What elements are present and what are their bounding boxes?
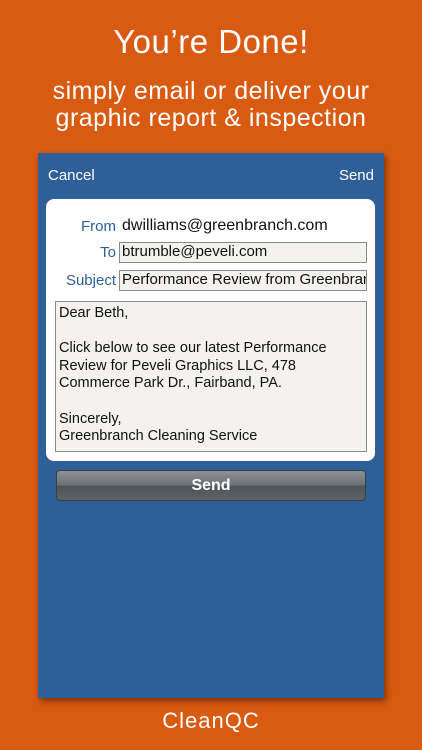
- message-body-line: Review for Peveli Graphics LLC, 478: [59, 357, 296, 374]
- subheadline-line-1: simply email or deliver your: [52, 77, 370, 105]
- subject-label: Subject: [65, 272, 116, 289]
- email-compose-card: From dwilliams@greenbranch.com To btrumb…: [46, 199, 375, 461]
- from-value: dwilliams@greenbranch.com: [122, 217, 328, 234]
- message-body-line: Sincerely,: [59, 410, 122, 427]
- cancel-button[interactable]: Cancel: [48, 167, 95, 184]
- subheadline-line-2: graphic report & inspection: [55, 104, 367, 132]
- message-body-line: Click below to see our latest Performanc…: [59, 340, 327, 357]
- message-body-line: Greenbranch Cleaning Service: [59, 428, 258, 445]
- message-body-line: Commerce Park Dr., Fairband, PA.: [59, 375, 282, 392]
- compose-navbar: Cancel Send: [38, 153, 384, 197]
- message-body-line: [59, 323, 363, 341]
- message-body-field[interactable]: Dear Beth, Click below to see our latest …: [55, 301, 367, 452]
- to-field[interactable]: btrumble@peveli.com: [119, 242, 367, 263]
- to-label: To: [100, 244, 116, 261]
- from-label: From: [81, 218, 116, 235]
- brand-name: CleanQC: [162, 708, 260, 733]
- phone-screen: Cancel Send From dwilliams@greenbranch.c…: [38, 153, 384, 698]
- headline: You’re Done!: [113, 23, 309, 60]
- subject-field[interactable]: Performance Review from Greenbranch: [119, 270, 367, 291]
- nav-send-button[interactable]: Send: [339, 167, 374, 184]
- subheadline: simply email or deliver your graphic rep…: [0, 78, 422, 132]
- message-body-line: Dear Beth,: [59, 305, 129, 321]
- message-body-line: [59, 393, 363, 411]
- send-button[interactable]: Send: [56, 470, 366, 501]
